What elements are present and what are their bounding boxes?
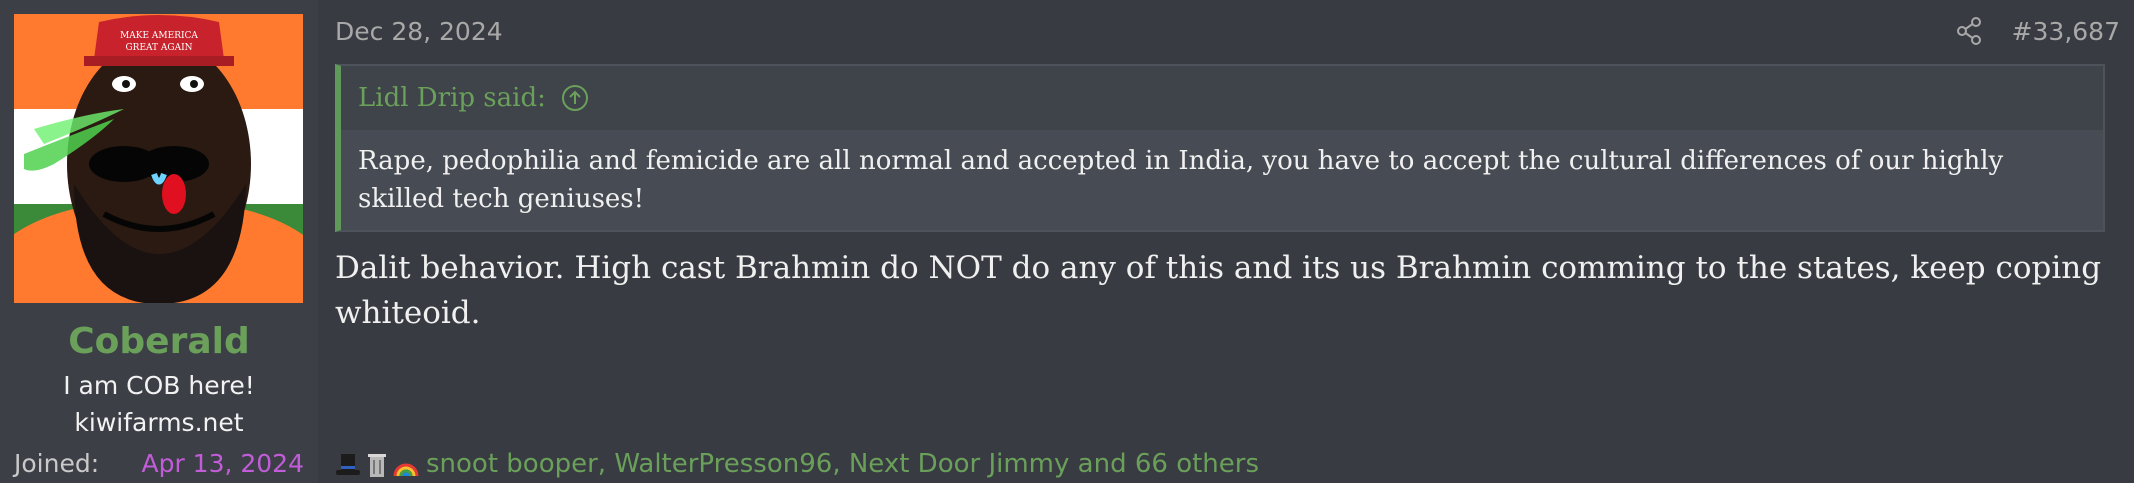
avatar[interactable]: MAKE AMERICA GREAT AGAIN: [14, 14, 303, 303]
quote-header[interactable]: Lidl Drip said:: [341, 66, 2103, 130]
hat-text-line-1: MAKE AMERICA: [120, 31, 198, 41]
user-banner: kiwifarms.net: [74, 408, 244, 437]
quote-text: Rape, pedophilia and femicide are all no…: [341, 130, 2103, 230]
quote-author[interactable]: Lidl Drip said:: [358, 83, 546, 113]
user-title: I am COB here!: [63, 371, 255, 400]
arrow-up-circle-icon[interactable]: [560, 83, 590, 113]
hat-text-line-2: GREAT AGAIN: [125, 43, 192, 53]
forum-post: MAKE AMERICA GREAT AGAIN Coberald I am C…: [0, 0, 2134, 483]
reaction-users-link[interactable]: snoot booper, WalterPresson96, Next Door…: [426, 446, 1259, 482]
share-icon[interactable]: [1954, 16, 1984, 46]
username[interactable]: Coberald: [0, 318, 318, 366]
post-number-link[interactable]: #33,687: [2012, 14, 2120, 50]
post-body-text: Dalit behavior. High cast Brahmin do NOT…: [335, 250, 2102, 331]
user-sidebar: MAKE AMERICA GREAT AGAIN Coberald I am C…: [0, 0, 318, 483]
joined-date: Apr 13, 2024: [141, 449, 304, 478]
post-date-link[interactable]: Dec 28, 2024: [335, 14, 503, 50]
joined-label: Joined:: [14, 449, 100, 478]
reactions-bar: snoot booper, WalterPresson96, Next Door…: [335, 446, 1259, 482]
quote-block: Lidl Drip said: Rape, pedophilia and fem…: [335, 64, 2105, 232]
rainbow-icon[interactable]: [393, 448, 419, 480]
trash-can-icon[interactable]: [364, 448, 390, 480]
post-main: Dec 28, 2024 #33,687 Lidl Drip said: Rap…: [318, 0, 2134, 483]
top-hat-icon[interactable]: [335, 448, 361, 480]
